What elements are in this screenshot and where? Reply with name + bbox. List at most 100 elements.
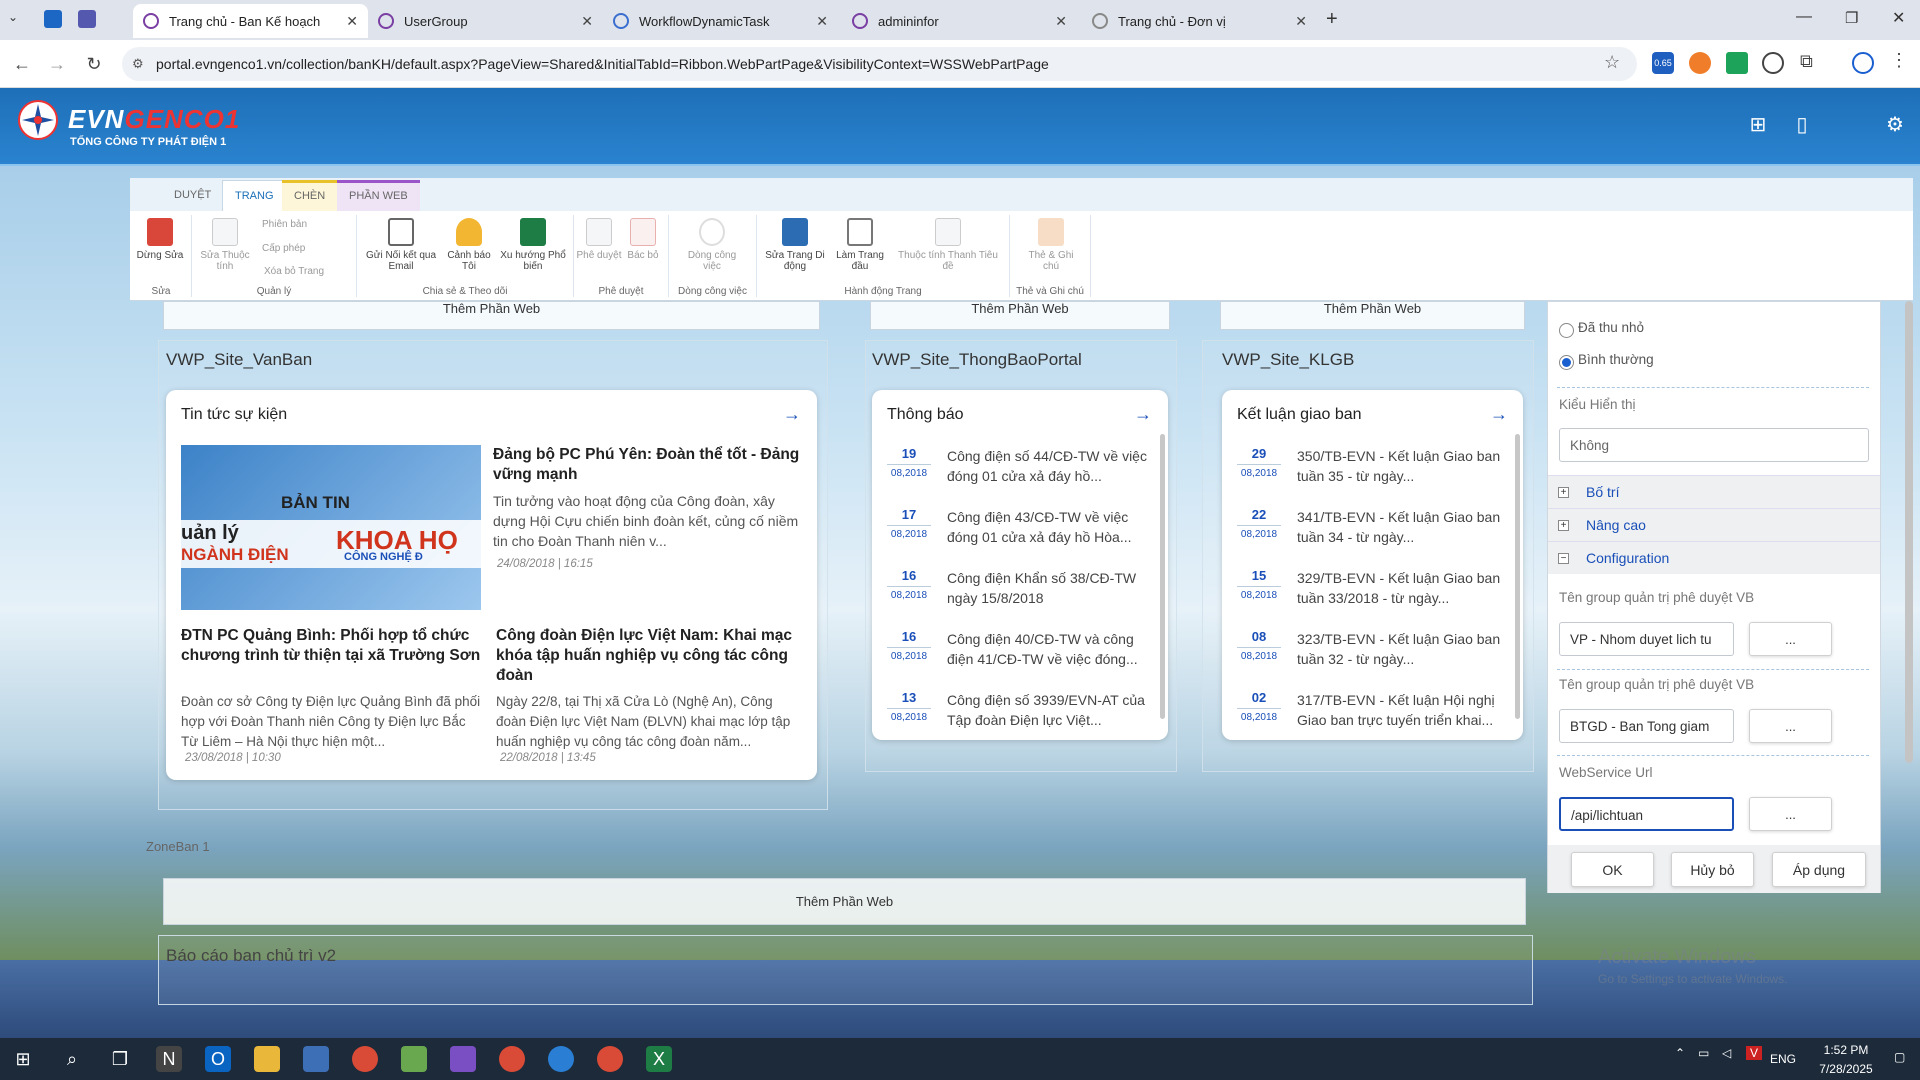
section-configuration[interactable]: − Configuration	[1548, 541, 1880, 574]
tray-chevron-icon[interactable]: ⌃	[1675, 1046, 1685, 1060]
clock-date[interactable]: 7/28/2025	[1814, 1062, 1878, 1076]
restore-icon[interactable]: ❐	[1845, 9, 1858, 27]
group-input[interactable]: VP - Nhom duyet lich tu	[1559, 622, 1734, 656]
version-history-button[interactable]: Phiên bản	[262, 219, 307, 230]
reload-icon[interactable]: ↻	[82, 52, 106, 76]
windows-start-icon[interactable]: ⊞	[10, 1046, 36, 1072]
close-icon[interactable]: ✕	[346, 13, 358, 30]
webservice-input[interactable]: /api/lichtuan	[1559, 797, 1734, 831]
permissions-button[interactable]: Cấp phép	[262, 243, 305, 254]
tab-workflow[interactable]: WorkflowDynamicTask ✕	[603, 4, 838, 38]
back-icon[interactable]: ←	[10, 52, 34, 76]
list-item[interactable]: 29 08,2018 350/TB-EVN - Kết luận Giao ban …	[1237, 446, 1507, 486]
visual-studio-icon[interactable]	[450, 1046, 476, 1072]
tags-notes-button[interactable]: Thẻ & Ghi chú	[1020, 218, 1082, 272]
tab-search-icon[interactable]: ⌄	[8, 10, 28, 30]
app-icon[interactable]	[44, 10, 62, 28]
language-indicator[interactable]: ENG	[1770, 1052, 1796, 1066]
close-icon[interactable]: ✕	[1055, 13, 1067, 30]
forward-icon[interactable]: →	[45, 52, 69, 76]
group-input[interactable]: BTGD - Ban Tong giam	[1559, 709, 1734, 743]
task-view-icon[interactable]: ❐	[107, 1046, 133, 1072]
ext-orange-icon[interactable]	[1689, 52, 1711, 74]
list-item[interactable]: 19 08,2018 Công điện số 44/CĐ-TW về việc đ…	[887, 446, 1149, 486]
title-bar-properties-button[interactable]: Thuộc tính Thanh Tiêu đề	[892, 218, 1004, 272]
close-icon[interactable]: ✕	[581, 13, 593, 30]
close-icon[interactable]: ✕	[1295, 13, 1307, 30]
profile-icon[interactable]	[1852, 52, 1874, 74]
apps-grid-icon[interactable]: ⊞	[1747, 114, 1769, 136]
tab-trang-chu[interactable]: Trang chủ - Ban Kế hoạch ✕	[133, 4, 368, 38]
network-icon[interactable]: ▭	[1698, 1046, 1709, 1060]
ribbon-tab-duyet[interactable]: DUYỆT	[162, 180, 223, 211]
teams-icon[interactable]	[78, 10, 96, 28]
popularity-trends-button[interactable]: Xu hướng Phổ biến	[500, 218, 566, 272]
browse-button[interactable]: ...	[1749, 709, 1832, 743]
edit-mobile-page-button[interactable]: Sửa Trang Di động	[762, 218, 828, 272]
list-item[interactable]: 16 08,2018 Công điện Khẩn số 38/CĐ-TW ngày…	[887, 568, 1149, 608]
arrow-right-icon[interactable]: →	[1134, 404, 1152, 425]
list-item[interactable]: 08 08,2018 323/TB-EVN - Kết luận Giao ban …	[1237, 629, 1507, 669]
book-icon[interactable]: ▯	[1791, 114, 1813, 136]
excel-icon[interactable]: X	[646, 1046, 672, 1072]
display-type-select[interactable]: Không	[1559, 428, 1869, 462]
outlook-icon[interactable]: O	[205, 1046, 231, 1072]
settings-gear-icon[interactable]: ⚙	[1884, 114, 1906, 136]
site-logo-text[interactable]: EVNGENCO1	[68, 104, 240, 135]
file-explorer-icon[interactable]	[254, 1046, 280, 1072]
stop-editing-button[interactable]: Dừng Sửa	[131, 218, 189, 261]
section-layout[interactable]: + Bố trí	[1548, 475, 1880, 508]
chrome-icon[interactable]	[352, 1046, 378, 1072]
arrow-right-icon[interactable]: →	[783, 404, 801, 425]
news-banner-image[interactable]: BẢN TIN uản lý NGÀNH ĐIỆN KHOA HỌ CÔNG N…	[181, 445, 481, 610]
ribbon-tab-chen[interactable]: CHÈN	[282, 180, 338, 211]
antivirus-icon[interactable]: V	[1746, 1046, 1762, 1060]
cancel-button[interactable]: Hủy bỏ	[1671, 852, 1754, 887]
list-item[interactable]: 13 08,2018 Công điện số 3939/EVN-AT của Tậ…	[887, 690, 1149, 730]
new-tab-icon[interactable]: +	[1326, 8, 1338, 31]
chat-app-icon[interactable]	[548, 1046, 574, 1072]
alert-me-button[interactable]: Cảnh báo Tôi	[440, 218, 498, 272]
radio-minimized[interactable]	[1559, 323, 1574, 338]
add-webpart-button[interactable]: Thêm Phần Web	[163, 878, 1526, 925]
list-item[interactable]: 17 08,2018 Công điện 43/CĐ-TW về việc đóng…	[887, 507, 1149, 547]
page-scrollbar[interactable]	[1905, 301, 1913, 763]
chrome-icon[interactable]	[597, 1046, 623, 1072]
add-webpart-button[interactable]: Thêm Phần Web	[870, 301, 1170, 330]
menu-dots-icon[interactable]: ⋮	[1890, 50, 1908, 71]
add-webpart-button[interactable]: Thêm Phần Web	[1220, 301, 1525, 330]
list-item[interactable]: 15 08,2018 329/TB-EVN - Kết luận Giao ban …	[1237, 568, 1507, 608]
news-featured-title[interactable]: Đảng bộ PC Phú Yên: Đoàn thể tốt - Đảng …	[493, 445, 805, 485]
notification-icon[interactable]: ▢	[1894, 1050, 1905, 1064]
workflow-button[interactable]: Dòng công việc	[681, 218, 743, 272]
radio-normal[interactable]	[1559, 355, 1574, 370]
scrollbar[interactable]	[1160, 434, 1165, 719]
browse-button[interactable]: ...	[1749, 622, 1832, 656]
add-webpart-button[interactable]: Thêm Phần Web	[163, 301, 820, 330]
ext-badge-icon[interactable]: 0.65	[1652, 52, 1674, 74]
bookmark-star-icon[interactable]: ☆	[1604, 52, 1620, 73]
apply-button[interactable]: Áp dụng	[1772, 852, 1866, 887]
tab-admininfor[interactable]: admininfor ✕	[842, 4, 1077, 38]
volume-icon[interactable]: ◁	[1722, 1046, 1731, 1060]
tab-don-vi[interactable]: Trang chủ - Đơn vị ✕	[1082, 4, 1317, 38]
minimize-icon[interactable]: —	[1796, 8, 1812, 26]
notepad-icon[interactable]	[401, 1046, 427, 1072]
delete-page-button[interactable]: Xóa bỏ Trang	[264, 266, 324, 277]
news-title[interactable]: Công đoàn Điện lực Việt Nam: Khai mạc kh…	[496, 626, 801, 686]
ok-button[interactable]: OK	[1571, 852, 1654, 887]
tab-usergroup[interactable]: UserGroup ✕	[368, 4, 603, 38]
close-icon[interactable]: ✕	[816, 13, 828, 30]
evn-logo-icon[interactable]	[18, 100, 58, 140]
url-input[interactable]: portal.evngenco1.vn/collection/banKH/def…	[122, 47, 1637, 81]
notion-icon[interactable]: N	[156, 1046, 182, 1072]
ext-circle-icon[interactable]	[1762, 52, 1784, 74]
list-item[interactable]: 02 08,2018 317/TB-EVN - Kết luận Hội nghị …	[1237, 690, 1507, 730]
list-item[interactable]: 22 08,2018 341/TB-EVN - Kết luận Giao ban …	[1237, 507, 1507, 547]
scrollbar[interactable]	[1515, 434, 1520, 719]
close-window-icon[interactable]: ✕	[1892, 8, 1905, 28]
browse-button[interactable]: ...	[1749, 797, 1832, 831]
extensions-puzzle-icon[interactable]: ⧉	[1800, 51, 1813, 72]
clock-time[interactable]: 1:52 PM	[1816, 1043, 1876, 1057]
section-advanced[interactable]: + Nâng cao	[1548, 508, 1880, 541]
